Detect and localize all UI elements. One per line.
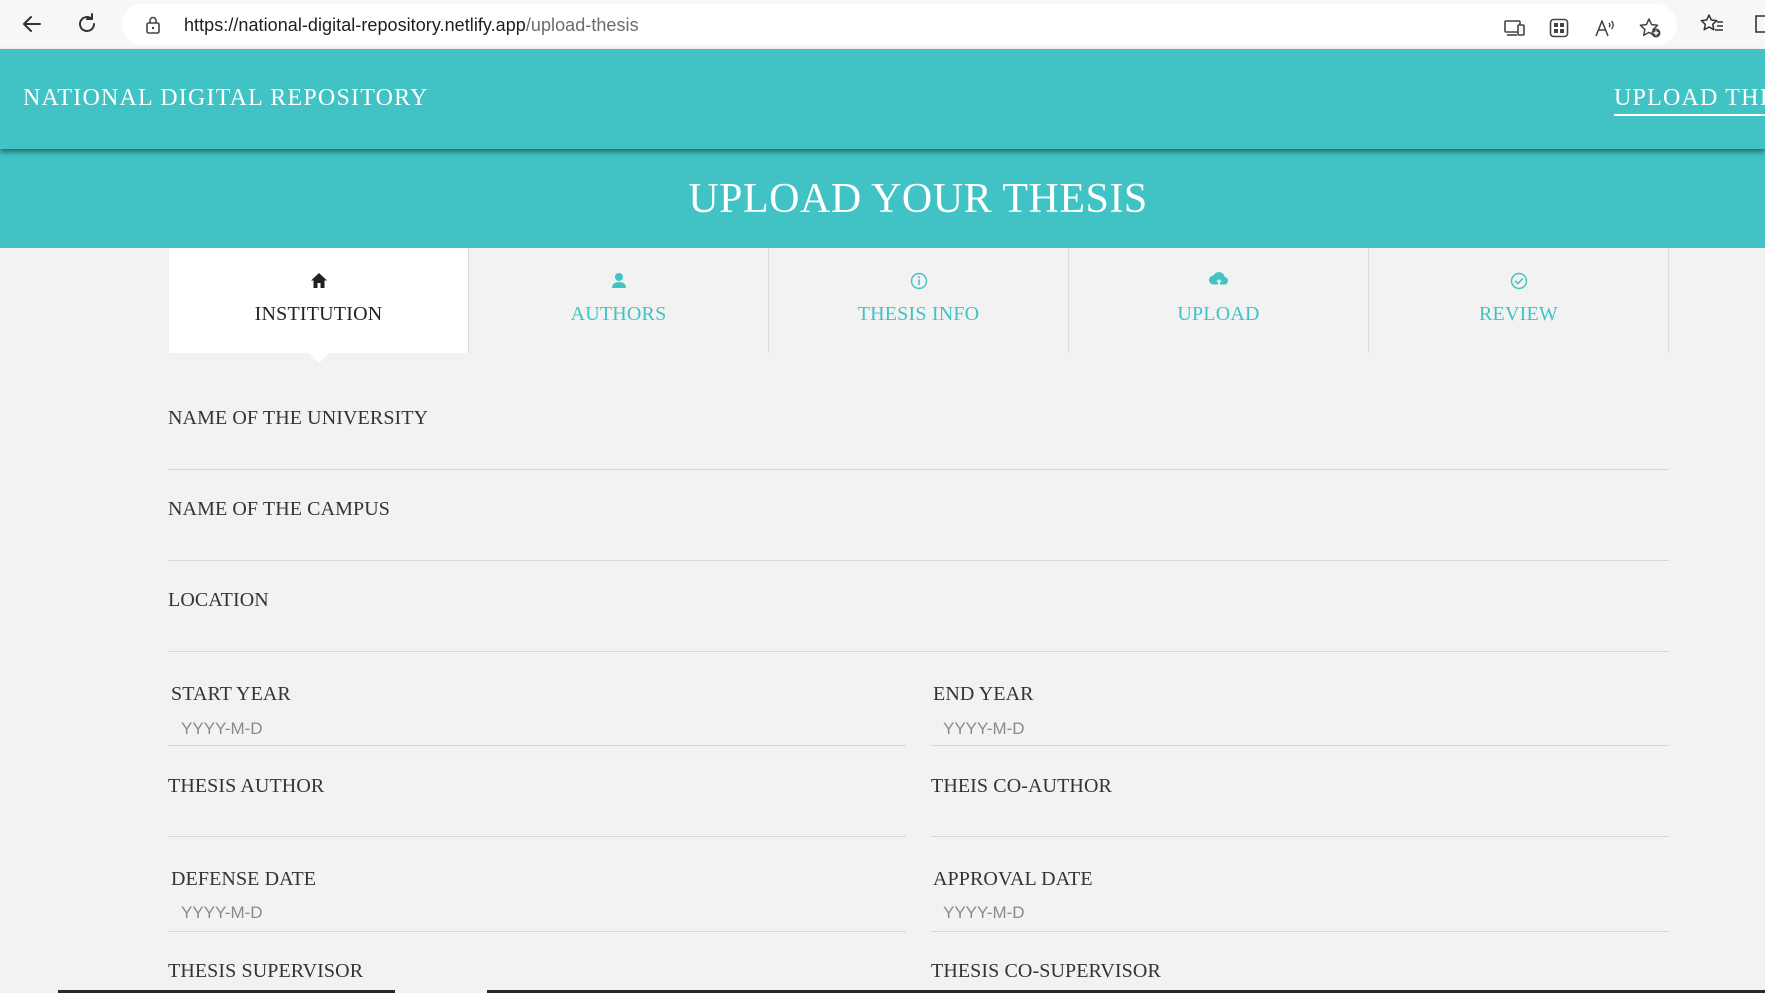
- apps-grid-icon[interactable]: [1546, 15, 1572, 41]
- back-arrow-icon[interactable]: [17, 9, 47, 39]
- page-title-band: UPLOAD YOUR THESIS: [0, 149, 1765, 248]
- refresh-icon[interactable]: [72, 9, 102, 39]
- step-tabs: INSTITUTION AUTHORS THESIS INFO UPLOAD R…: [169, 248, 1669, 363]
- nav-link-upload-thesis[interactable]: UPLOAD THI: [1614, 85, 1765, 116]
- tab-upload[interactable]: UPLOAD: [1069, 248, 1369, 353]
- active-tab-pointer: [309, 353, 329, 363]
- thesis-co-author-label: THEIS CO-AUTHOR: [931, 775, 1112, 797]
- campus-underline: [168, 560, 1669, 561]
- tab-authors[interactable]: AUTHORS: [469, 248, 769, 353]
- end-year-input[interactable]: [943, 717, 1663, 741]
- thesis-co-author-input[interactable]: [931, 805, 1667, 829]
- home-icon: [310, 273, 327, 288]
- location-input[interactable]: [168, 619, 1668, 643]
- thesis-author-label: THESIS AUTHOR: [168, 775, 325, 797]
- end-year-label: END YEAR: [933, 683, 1034, 705]
- university-underline: [168, 469, 1669, 470]
- campus-label: NAME OF THE CAMPUS: [168, 498, 391, 520]
- thesis-co-author-underline: [931, 836, 1669, 837]
- approval-date-underline: [931, 931, 1669, 932]
- info-icon: [910, 272, 927, 290]
- thesis-co-supervisor-label: THESIS CO-SUPERVISOR: [931, 960, 1161, 982]
- campus-input[interactable]: [168, 528, 1668, 552]
- cloud-upload-icon: [1208, 272, 1228, 288]
- lock-icon[interactable]: [145, 15, 161, 39]
- start-year-label: START YEAR: [171, 683, 291, 705]
- browser-toolbar: https://national-digital-repository.netl…: [0, 0, 1765, 50]
- device-icon[interactable]: [1502, 15, 1528, 41]
- favorites-icon[interactable]: [1699, 11, 1725, 37]
- tab-thesis-info[interactable]: THESIS INFO: [769, 248, 1069, 353]
- check-circle-icon: [1510, 272, 1527, 290]
- start-year-input[interactable]: [181, 717, 901, 741]
- extension-icon[interactable]: [1750, 11, 1765, 37]
- tab-institution-label: INSTITUTION: [254, 303, 383, 325]
- thesis-supervisor-label: THESIS SUPERVISOR: [168, 960, 364, 982]
- university-label: NAME OF THE UNIVERSITY: [168, 407, 429, 429]
- url-text[interactable]: https://national-digital-repository.netl…: [184, 15, 639, 36]
- url-path: /upload-thesis: [525, 15, 639, 35]
- site-header: NATIONAL DIGITAL REPOSITORY UPLOAD THI: [0, 49, 1765, 149]
- approval-date-input[interactable]: [943, 901, 1663, 925]
- site-brand[interactable]: NATIONAL DIGITAL REPOSITORY: [23, 85, 429, 112]
- tab-upload-label: UPLOAD: [1177, 303, 1260, 325]
- tab-institution[interactable]: INSTITUTION: [169, 248, 469, 363]
- address-bar[interactable]: https://national-digital-repository.netl…: [122, 4, 1677, 45]
- end-year-underline: [931, 745, 1669, 746]
- approval-date-label: APPROVAL DATE: [933, 868, 1093, 890]
- defense-date-underline: [168, 931, 906, 932]
- location-underline: [168, 651, 1669, 652]
- tab-review[interactable]: REVIEW: [1369, 248, 1669, 353]
- page-title: UPLOAD YOUR THESIS: [688, 176, 1148, 222]
- start-year-underline: [168, 745, 906, 746]
- user-icon: [611, 273, 626, 288]
- url-host: https://national-digital-repository.netl…: [184, 15, 526, 35]
- location-label: LOCATION: [168, 589, 269, 611]
- read-aloud-icon[interactable]: [1592, 15, 1618, 41]
- tab-thesis-info-label: THESIS INFO: [857, 303, 980, 325]
- tab-authors-label: AUTHORS: [570, 303, 667, 325]
- defense-date-label: DEFENSE DATE: [171, 868, 317, 890]
- thesis-author-underline: [168, 836, 906, 837]
- tab-review-label: REVIEW: [1479, 303, 1558, 325]
- defense-date-input[interactable]: [181, 901, 901, 925]
- thesis-author-input[interactable]: [168, 805, 904, 829]
- add-favorite-icon[interactable]: [1637, 15, 1663, 41]
- university-input[interactable]: [168, 437, 1668, 461]
